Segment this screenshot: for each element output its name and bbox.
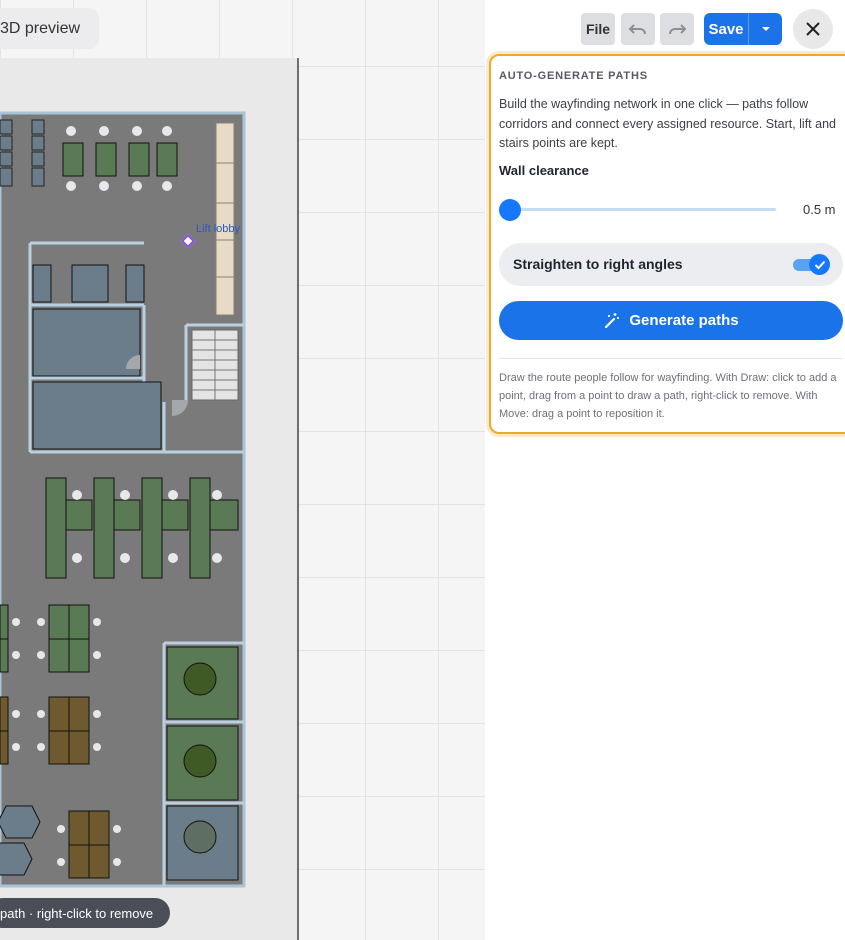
close-button[interactable] (793, 9, 833, 49)
toggle-knob (809, 254, 830, 275)
wall-clearance-slider-thumb[interactable] (499, 199, 521, 221)
generate-paths-label: Generate paths (629, 312, 739, 329)
auto-generate-paths-panel: AUTO-GENERATE PATHS Build the wayfinding… (489, 54, 845, 434)
floor-plan (0, 58, 299, 940)
caret-down-icon (761, 27, 770, 31)
wall-clearance-label: Wall clearance (499, 163, 589, 178)
canvas-hint-toast: path · right-click to remove (0, 898, 170, 928)
redo-button[interactable] (660, 13, 694, 45)
panel-description: Build the wayfinding network in one clic… (499, 97, 836, 150)
redo-icon (669, 24, 687, 35)
straighten-toggle[interactable] (793, 254, 830, 275)
close-icon (806, 22, 820, 36)
magic-wand-icon (605, 312, 620, 328)
3d-preview-label: 3D preview (0, 19, 81, 37)
wall-clearance-value: 0.5 m (803, 202, 836, 217)
undo-icon (628, 24, 646, 35)
generate-paths-button[interactable]: Generate paths (499, 301, 843, 340)
panel-help-text: Draw the route people follow for wayfind… (499, 372, 837, 420)
check-icon (814, 260, 825, 269)
panel-title: AUTO-GENERATE PATHS (499, 70, 648, 82)
file-label: File (585, 21, 611, 37)
save-split-button: Save (704, 13, 782, 45)
undo-button[interactable] (621, 13, 655, 45)
straighten-toggle-row[interactable]: Straighten to right angles (499, 243, 843, 286)
panel-divider (499, 358, 843, 359)
lift-lobby-label: Lift lobby (196, 223, 241, 235)
straighten-label: Straighten to right angles (513, 256, 683, 272)
canvas-hint-text: path · right-click to remove (0, 905, 154, 921)
file-menu-button[interactable]: File (581, 13, 615, 45)
save-button[interactable]: Save (704, 21, 748, 38)
save-dropdown-button[interactable] (749, 26, 782, 32)
3d-preview-button[interactable]: 3D preview (0, 8, 99, 49)
wall-clearance-slider[interactable] (510, 208, 776, 211)
floor-plan-canvas[interactable]: Lift lobby (0, 0, 485, 940)
